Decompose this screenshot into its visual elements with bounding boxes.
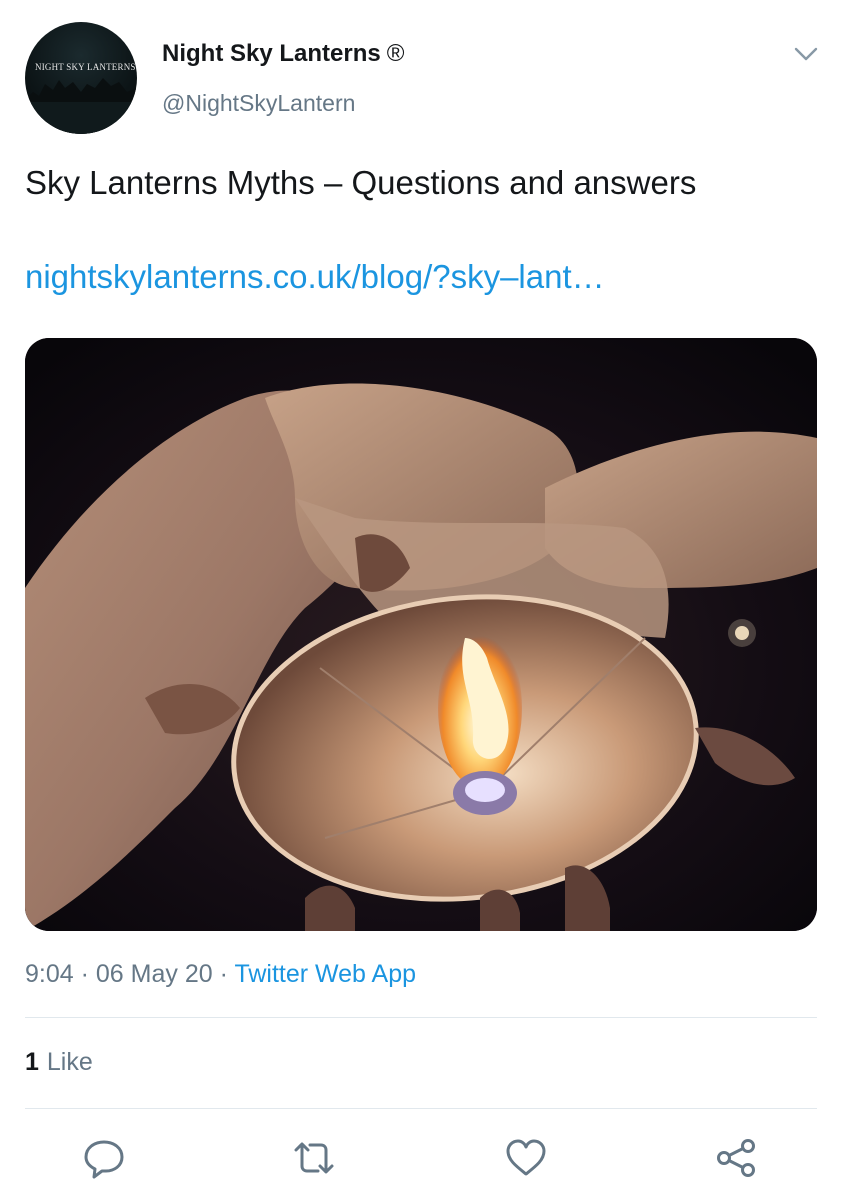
likes-summary[interactable]: 1 Like xyxy=(25,1048,93,1077)
tweet-detail: NIGHT SKY LANTERNS Night Sky Lanterns ® @… xyxy=(0,0,842,1200)
divider xyxy=(25,1017,817,1018)
tweet-time: 9:04 xyxy=(25,960,74,988)
share-icon[interactable] xyxy=(714,1136,758,1180)
avatar-logo-text: NIGHT SKY LANTERNS xyxy=(35,62,136,72)
tweet-link[interactable]: nightskylanterns.co.uk/blog/?sky–lant… xyxy=(25,258,605,296)
display-name[interactable]: Night Sky Lanterns ® xyxy=(162,40,404,68)
registered-mark: ® xyxy=(386,40,405,67)
tweet-text: Sky Lanterns Myths – Questions and answe… xyxy=(25,164,697,201)
reply-icon[interactable] xyxy=(82,1136,126,1180)
like-count: 1 xyxy=(25,1048,39,1076)
avatar[interactable]: NIGHT SKY LANTERNS xyxy=(25,22,137,134)
tweet-date: 06 May 20 xyxy=(95,960,213,988)
meta-separator: · xyxy=(219,960,228,988)
like-label: Like xyxy=(46,1048,93,1076)
tweet-meta: 9:04 · 06 May 20 · Twitter Web App xyxy=(25,960,416,989)
divider xyxy=(25,1108,817,1109)
meta-separator: · xyxy=(80,960,89,988)
chevron-down-icon[interactable] xyxy=(794,44,818,64)
user-handle[interactable]: @NightSkyLantern xyxy=(162,90,355,117)
heart-icon[interactable] xyxy=(504,1136,548,1180)
display-name-text: Night Sky Lanterns xyxy=(162,40,381,67)
tweet-source-link[interactable]: Twitter Web App xyxy=(234,960,416,988)
tweet-photo[interactable] xyxy=(25,338,817,931)
retweet-icon[interactable] xyxy=(292,1136,336,1180)
